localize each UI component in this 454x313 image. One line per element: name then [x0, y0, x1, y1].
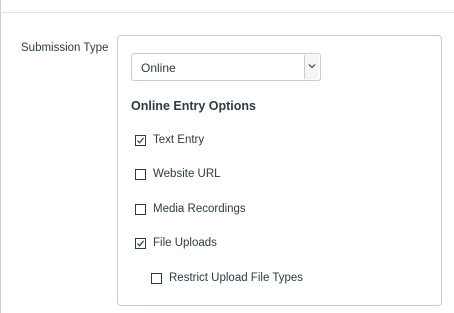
- website-url-option[interactable]: Website URL: [135, 167, 221, 181]
- submission-type-label: Submission Type: [21, 42, 109, 54]
- file-uploads-label: File Uploads: [153, 237, 217, 249]
- file-uploads-option[interactable]: File Uploads: [135, 236, 217, 250]
- left-divider: [0, 0, 1, 313]
- text-entry-checkbox[interactable]: [135, 134, 146, 146]
- chevron-down-icon[interactable]: [304, 55, 319, 79]
- media-recordings-option[interactable]: Media Recordings: [135, 202, 246, 216]
- media-recordings-checkbox[interactable]: [135, 203, 146, 215]
- file-uploads-checkbox[interactable]: [135, 237, 146, 249]
- submission-type-select[interactable]: Online: [131, 53, 321, 81]
- restrict-upload-file-types-label: Restrict Upload File Types: [169, 272, 304, 284]
- restrict-upload-file-types-option[interactable]: Restrict Upload File Types: [151, 271, 303, 285]
- text-entry-label: Text Entry: [153, 134, 205, 146]
- submission-type-select-value: Online: [141, 61, 176, 75]
- website-url-checkbox[interactable]: [135, 168, 146, 180]
- text-entry-option[interactable]: Text Entry: [135, 133, 204, 147]
- media-recordings-label: Media Recordings: [153, 203, 246, 215]
- top-divider: [0, 12, 454, 13]
- online-entry-options-heading: Online Entry Options: [131, 99, 257, 113]
- restrict-upload-file-types-checkbox[interactable]: [151, 272, 162, 284]
- website-url-label: Website URL: [153, 168, 221, 180]
